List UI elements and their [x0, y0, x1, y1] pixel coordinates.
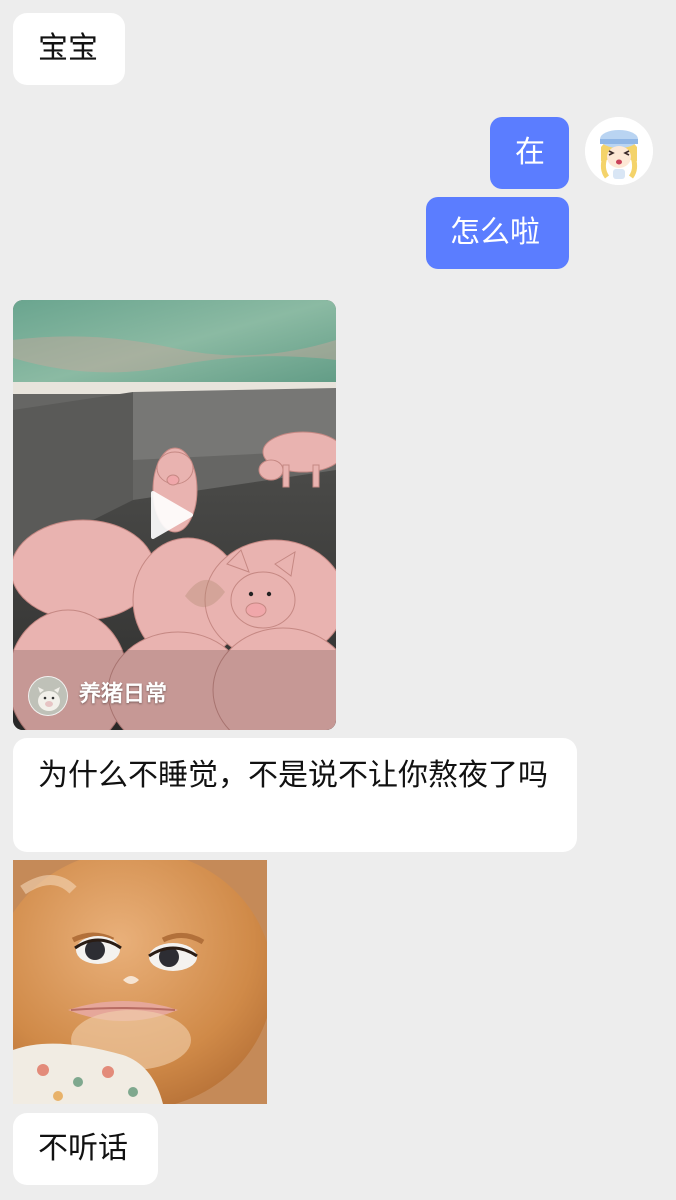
message-text: 宝宝: [38, 31, 98, 66]
outgoing-message-bubble[interactable]: 在: [490, 117, 569, 189]
message-text: 在: [515, 135, 545, 170]
cat-sticker-image[interactable]: [13, 860, 267, 1104]
message-text: 为什么不睡觉，不是说不让你熬夜了吗: [38, 758, 548, 793]
cat-sticker-icon: [13, 860, 267, 1104]
chat-view: 宝宝 在 怎么啦 养猪日常 为什么不睡觉，不是说不让你熬夜了吗 不听话: [0, 0, 676, 1200]
incoming-message-bubble[interactable]: 宝宝: [13, 13, 125, 85]
avatar[interactable]: [585, 117, 653, 185]
outgoing-message-bubble[interactable]: 怎么啦: [426, 197, 569, 269]
message-text: 不听话: [38, 1131, 128, 1166]
anime-girl-avatar-icon: [585, 117, 653, 185]
channel-avatar[interactable]: [28, 676, 68, 716]
message-text: 怎么啦: [450, 215, 540, 250]
incoming-message-bubble[interactable]: 为什么不睡觉，不是说不让你熬夜了吗: [13, 738, 577, 852]
pig-avatar-icon: [29, 677, 67, 715]
play-icon[interactable]: [147, 489, 195, 541]
incoming-message-bubble[interactable]: 不听话: [13, 1113, 158, 1185]
channel-name[interactable]: 养猪日常: [79, 679, 167, 711]
